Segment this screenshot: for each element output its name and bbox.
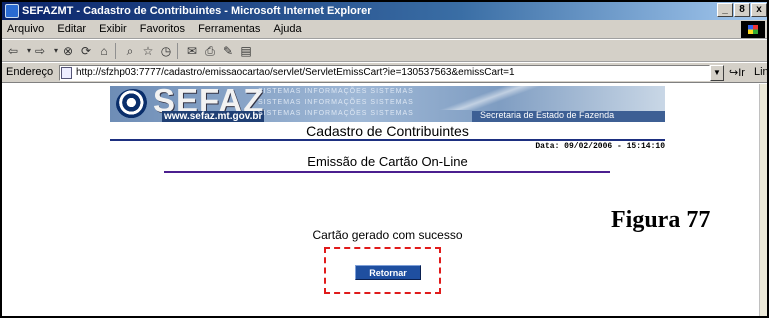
- menu-exibir[interactable]: Exibir: [94, 20, 132, 39]
- banner-systems-row: SISTEMAS INFORMAÇÕES SISTEMAS: [258, 99, 414, 106]
- window-controls: _ 8 x: [717, 3, 767, 17]
- maximize-button[interactable]: 8: [734, 3, 750, 17]
- search-icon[interactable]: ⌕: [122, 43, 138, 59]
- back-icon[interactable]: ⇦: [5, 43, 21, 59]
- retornar-button[interactable]: Retornar: [355, 265, 421, 280]
- print-icon[interactable]: ⎙: [202, 43, 218, 59]
- go-button[interactable]: ↪Ir: [729, 66, 745, 79]
- menu-editar[interactable]: Editar: [52, 20, 91, 39]
- home-icon[interactable]: ⌂: [96, 43, 112, 59]
- banner-url: www.sefaz.mt.gov.br: [162, 111, 265, 122]
- figure-caption: Figura 77: [611, 207, 711, 233]
- banner-systems-row: SISTEMAS INFORMAÇÕES SISTEMAS: [258, 88, 414, 95]
- refresh-icon[interactable]: ⟳: [78, 43, 94, 59]
- toolbar: ⇦ ▾ ⇨ ▾ ⊗ ⟳ ⌂ ⌕ ☆ ◷ ✉ ⎙ ✎ ▤: [2, 40, 767, 62]
- address-bar: Endereço http://sfzhp03:7777/cadastro/em…: [2, 63, 767, 83]
- minimize-button[interactable]: _: [717, 3, 733, 17]
- menu-favoritos[interactable]: Favoritos: [135, 20, 190, 39]
- banner-secretaria: Secretaria de Estado de Fazenda: [480, 110, 615, 120]
- toolbar-separator: [115, 43, 116, 59]
- address-input[interactable]: http://sfzhp03:7777/cadastro/emissaocart…: [59, 65, 710, 81]
- success-message: Cartão gerado com sucesso: [312, 228, 463, 242]
- browser-window: SEFAZMT - Cadastro de Contribuintes - Mi…: [0, 0, 769, 318]
- links-button[interactable]: Links: [754, 66, 767, 78]
- date-stamp: Data: 09/02/2006 - 15:14:10: [535, 142, 665, 151]
- menu-ferramentas[interactable]: Ferramentas: [193, 20, 265, 39]
- windows-logo-icon: [741, 21, 765, 38]
- section-divider: [164, 171, 610, 173]
- history-icon[interactable]: ◷: [158, 43, 174, 59]
- banner-decoration: [430, 86, 550, 110]
- mail-icon[interactable]: ✉: [184, 43, 200, 59]
- title-bar: SEFAZMT - Cadastro de Contribuintes - Mi…: [2, 2, 767, 20]
- page-icon: [61, 67, 72, 79]
- address-label: Endereço: [6, 66, 54, 78]
- close-button[interactable]: x: [751, 3, 767, 17]
- window-title: SEFAZMT - Cadastro de Contribuintes - Mi…: [22, 5, 372, 17]
- favorites-icon[interactable]: ☆: [140, 43, 156, 59]
- heading-divider: [110, 139, 665, 141]
- discuss-icon[interactable]: ▤: [238, 43, 254, 59]
- go-label: Ir: [738, 67, 745, 79]
- menu-arquivo[interactable]: Arquivo: [2, 20, 49, 39]
- menu-ajuda[interactable]: Ajuda: [268, 20, 306, 39]
- address-dropdown-button[interactable]: ▼: [710, 65, 724, 81]
- stop-icon[interactable]: ⊗: [60, 43, 76, 59]
- page-content: SEFAZ www.sefaz.mt.gov.br SISTEMAS INFOR…: [2, 84, 767, 316]
- sefaz-banner: SEFAZ www.sefaz.mt.gov.br SISTEMAS INFOR…: [110, 86, 665, 122]
- vertical-scrollbar[interactable]: [759, 84, 767, 316]
- sefaz-logo-icon: [116, 89, 150, 119]
- forward-icon[interactable]: ⇨: [32, 43, 48, 59]
- edit-icon[interactable]: ✎: [220, 43, 236, 59]
- toolbar-separator: [177, 43, 178, 59]
- banner-systems-row: SISTEMAS INFORMAÇÕES SISTEMAS: [258, 110, 414, 117]
- ie-icon: [5, 4, 19, 18]
- section-title: Emissão de Cartão On-Line: [307, 154, 468, 169]
- page-title: Cadastro de Contribuintes: [306, 123, 469, 139]
- menu-bar: Arquivo Editar Exibir Favoritos Ferramen…: [2, 20, 767, 39]
